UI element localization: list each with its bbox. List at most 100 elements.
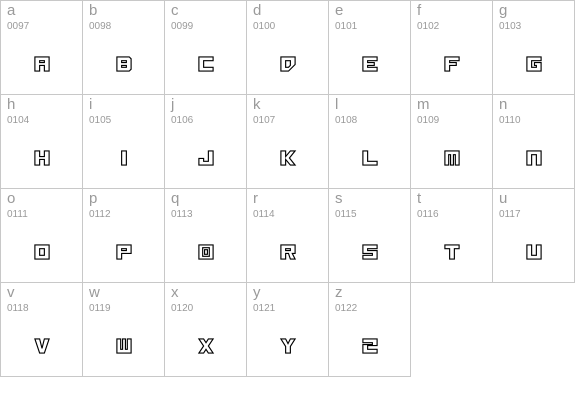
glyph-grid: a 0097 b 0098 c 0099 d 0100 e 0101 f 0102 g 0103 h 0104…	[0, 0, 575, 377]
glyph-char-label: s	[335, 190, 343, 207]
glyph-sample-icon	[114, 337, 133, 355]
glyph-sample-icon	[32, 337, 51, 355]
glyph-code-label: 0101	[335, 21, 358, 32]
glyph-sample-icon	[524, 243, 543, 261]
glyph-char-label: m	[417, 96, 430, 113]
glyph-sample-icon	[360, 55, 379, 73]
glyph-code-label: 0113	[171, 209, 193, 220]
glyph-sample-icon	[278, 337, 297, 355]
glyph-sample-icon	[360, 149, 379, 167]
glyph-char-label: j	[171, 96, 175, 113]
glyph-cell: l 0108	[329, 95, 411, 189]
glyph-code-label: 0117	[499, 209, 521, 220]
glyph-sample-icon	[524, 55, 543, 73]
glyph-char-label: i	[89, 96, 93, 113]
glyph-cell: u 0117	[493, 189, 575, 283]
glyph-code-label: 0116	[417, 209, 439, 220]
glyph-char-label: g	[499, 2, 508, 19]
glyph-cell: s 0115	[329, 189, 411, 283]
glyph-code-label: 0114	[253, 209, 275, 220]
glyph-cell: x 0120	[165, 283, 247, 377]
glyph-code-label: 0097	[7, 21, 30, 32]
glyph-code-label: 0122	[335, 303, 358, 314]
glyph-code-label: 0108	[335, 115, 358, 126]
glyph-cell: p 0112	[83, 189, 165, 283]
glyph-code-label: 0111	[7, 209, 28, 220]
glyph-code-label: 0099	[171, 21, 194, 32]
glyph-sample-icon	[360, 337, 379, 355]
glyph-char-label: v	[7, 284, 15, 301]
glyph-char-label: o	[7, 190, 16, 207]
glyph-char-label: w	[89, 284, 100, 301]
glyph-char-label: k	[253, 96, 261, 113]
glyph-cell: k 0107	[247, 95, 329, 189]
glyph-cell: r 0114	[247, 189, 329, 283]
glyph-char-label: c	[171, 2, 179, 19]
glyph-code-label: 0115	[335, 209, 357, 220]
glyph-sample-icon	[196, 149, 215, 167]
glyph-cell: m 0109	[411, 95, 493, 189]
glyph-char-label: u	[499, 190, 508, 207]
glyph-code-label: 0100	[253, 21, 276, 32]
glyph-sample-icon	[114, 55, 133, 73]
glyph-char-label: f	[417, 2, 422, 19]
glyph-sample-icon	[196, 55, 215, 73]
glyph-code-label: 0109	[417, 115, 440, 126]
glyph-cell: j 0106	[165, 95, 247, 189]
glyph-char-label: n	[499, 96, 508, 113]
glyph-cell: y 0121	[247, 283, 329, 377]
glyph-char-label: b	[89, 2, 98, 19]
glyph-char-label: h	[7, 96, 16, 113]
glyph-code-label: 0103	[499, 21, 522, 32]
glyph-cell: h 0104	[1, 95, 83, 189]
glyph-char-label: z	[335, 284, 343, 301]
glyph-cell: b 0098	[83, 1, 165, 95]
glyph-code-label: 0105	[89, 115, 112, 126]
glyph-sample-icon	[114, 243, 133, 261]
glyph-sample-icon	[114, 149, 133, 167]
glyph-code-label: 0098	[89, 21, 112, 32]
glyph-cell: q 0113	[165, 189, 247, 283]
glyph-char-label: y	[253, 284, 261, 301]
glyph-sample-icon	[32, 243, 51, 261]
glyph-char-label: q	[171, 190, 180, 207]
glyph-sample-icon	[196, 337, 215, 355]
glyph-char-label: d	[253, 2, 262, 19]
glyph-cell: c 0099	[165, 1, 247, 95]
glyph-code-label: 0107	[253, 115, 276, 126]
glyph-cell: i 0105	[83, 95, 165, 189]
glyph-code-label: 0120	[171, 303, 194, 314]
glyph-char-label: t	[417, 190, 422, 207]
glyph-cell: n 0110	[493, 95, 575, 189]
glyph-cell: z 0122	[329, 283, 411, 377]
glyph-cell: e 0101	[329, 1, 411, 95]
glyph-cell: g 0103	[493, 1, 575, 95]
glyph-sample-icon	[442, 55, 461, 73]
glyph-cell: a 0097	[1, 1, 83, 95]
glyph-sample-icon	[32, 55, 51, 73]
glyph-char-label: x	[171, 284, 179, 301]
glyph-code-label: 0102	[417, 21, 440, 32]
glyph-code-label: 0121	[253, 303, 276, 314]
glyph-sample-icon	[278, 243, 297, 261]
glyph-code-label: 0118	[7, 303, 29, 314]
glyph-code-label: 0119	[89, 303, 111, 314]
glyph-cell: d 0100	[247, 1, 329, 95]
glyph-code-label: 0110	[499, 115, 521, 126]
glyph-sample-icon	[278, 149, 297, 167]
glyph-sample-icon	[524, 149, 543, 167]
glyph-char-label: p	[89, 190, 98, 207]
glyph-sample-icon	[442, 243, 461, 261]
glyph-cell: v 0118	[1, 283, 83, 377]
glyph-code-label: 0106	[171, 115, 194, 126]
glyph-sample-icon	[360, 243, 379, 261]
glyph-char-label: a	[7, 2, 16, 19]
glyph-cell: w 0119	[83, 283, 165, 377]
glyph-char-label: r	[253, 190, 258, 207]
glyph-cell: o 0111	[1, 189, 83, 283]
glyph-code-label: 0104	[7, 115, 30, 126]
glyph-sample-icon	[278, 55, 297, 73]
glyph-sample-icon	[32, 149, 51, 167]
glyph-char-label: e	[335, 2, 344, 19]
glyph-code-label: 0112	[89, 209, 111, 220]
